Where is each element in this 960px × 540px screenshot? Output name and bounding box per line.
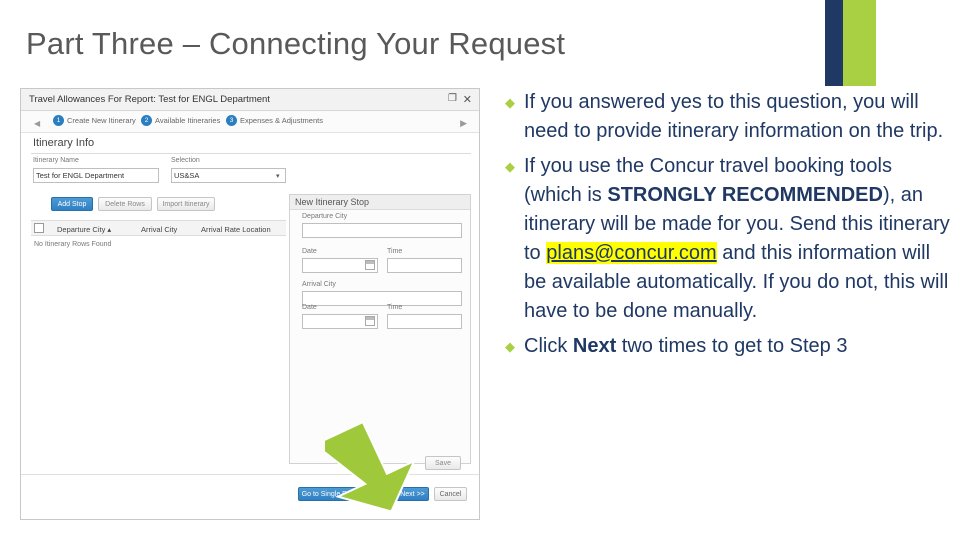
itinerary-info-heading: Itinerary Info: [33, 137, 95, 149]
new-itinerary-stop-title: New Itinerary Stop: [295, 197, 370, 207]
column-arrival-rate-location[interactable]: Arrival Rate Location: [201, 225, 271, 234]
empty-table-message: No Itinerary Rows Found: [34, 241, 112, 248]
itinerary-name-value: Test for ENGL Department: [36, 171, 125, 180]
delete-rows-button[interactable]: Delete Rows: [98, 197, 152, 211]
import-itinerary-button[interactable]: Import Itinerary: [157, 197, 215, 211]
column-departure-city[interactable]: Departure City ▴: [57, 225, 111, 234]
bullet-3-part2: two times to get to Step 3: [616, 335, 848, 357]
page-title: Part Three – Connecting Your Request: [26, 26, 566, 61]
close-icon[interactable]: ✕: [463, 93, 472, 106]
list-item: ◆ Click Next two times to get to Step 3: [505, 332, 955, 361]
chevron-right-icon[interactable]: ▶: [460, 118, 467, 129]
bullet-2-emphasis: STRONGLY RECOMMENDED: [607, 184, 883, 206]
departure-date-label: Date: [302, 248, 317, 255]
section-divider: [31, 153, 471, 154]
itinerary-table-header: Departure City ▴ Arrival City Arrival Ra…: [31, 220, 286, 236]
departure-city-input[interactable]: [302, 223, 462, 238]
concur-email-link[interactable]: plans@concur.com: [546, 242, 717, 264]
bullet-marker-icon: ◆: [505, 159, 515, 174]
itinerary-name-label: Itinerary Name: [33, 157, 79, 164]
arrival-city-label: Arrival City: [302, 281, 336, 288]
wizard-step-2[interactable]: 2 Available Itineraries: [141, 115, 220, 126]
step-label: Expenses & Adjustments: [240, 116, 323, 125]
departure-city-label: Departure City: [302, 213, 348, 220]
wizard-step-3[interactable]: 3 Expenses & Adjustments: [226, 115, 323, 126]
corner-bar-green: [843, 0, 876, 86]
column-arrival-city[interactable]: Arrival City: [141, 225, 177, 234]
bullet-3-emphasis: Next: [572, 335, 617, 357]
green-arrow-annotation: [325, 420, 417, 513]
chevron-down-icon[interactable]: ▾: [276, 172, 280, 180]
chevron-left-icon[interactable]: ◀: [34, 119, 40, 128]
selection-label: Selection: [171, 157, 200, 164]
wizard-step-bar: ◀ 1 Create New Itinerary 2 Available Iti…: [21, 111, 479, 133]
departure-time-input[interactable]: [387, 258, 462, 273]
bullet-text-2: If you use the Concur travel booking too…: [524, 152, 955, 326]
corner-bar-navy: [825, 0, 843, 86]
calendar-icon[interactable]: [365, 260, 375, 270]
step-label: Create New Itinerary: [67, 116, 136, 125]
step-label: Available Itineraries: [155, 116, 221, 125]
list-item: ◆ If you answered yes to this question, …: [505, 88, 955, 146]
selection-value: US&SA: [174, 171, 200, 180]
list-item: ◆ If you use the Concur travel booking t…: [505, 152, 955, 326]
calendar-icon[interactable]: [365, 316, 375, 326]
arrival-time-label: Time: [387, 304, 403, 311]
bullet-text-3: Click Next two times to get to Step 3: [524, 332, 955, 361]
arrival-date-label: Date: [302, 304, 317, 311]
step-number: 3: [226, 115, 237, 126]
bullet-marker-icon: ◆: [505, 339, 515, 354]
restore-icon[interactable]: ❐: [448, 93, 457, 104]
select-all-checkbox[interactable]: [34, 223, 44, 233]
arrival-time-input[interactable]: [387, 314, 462, 329]
add-stop-button[interactable]: Add Stop: [51, 197, 93, 211]
step-number: 2: [141, 115, 152, 126]
step-number: 1: [53, 115, 64, 126]
wizard-step-1[interactable]: 1 Create New Itinerary: [53, 115, 136, 126]
bullet-marker-icon: ◆: [505, 95, 515, 110]
bullet-3-part1: Click: [524, 335, 573, 357]
departure-time-label: Time: [387, 248, 403, 255]
bullet-list: ◆ If you answered yes to this question, …: [505, 88, 955, 367]
screenshot-window-title: Travel Allowances For Report: Test for E…: [29, 94, 270, 105]
bullet-text-1: If you answered yes to this question, yo…: [524, 91, 944, 142]
arrival-city-input[interactable]: [302, 291, 462, 306]
